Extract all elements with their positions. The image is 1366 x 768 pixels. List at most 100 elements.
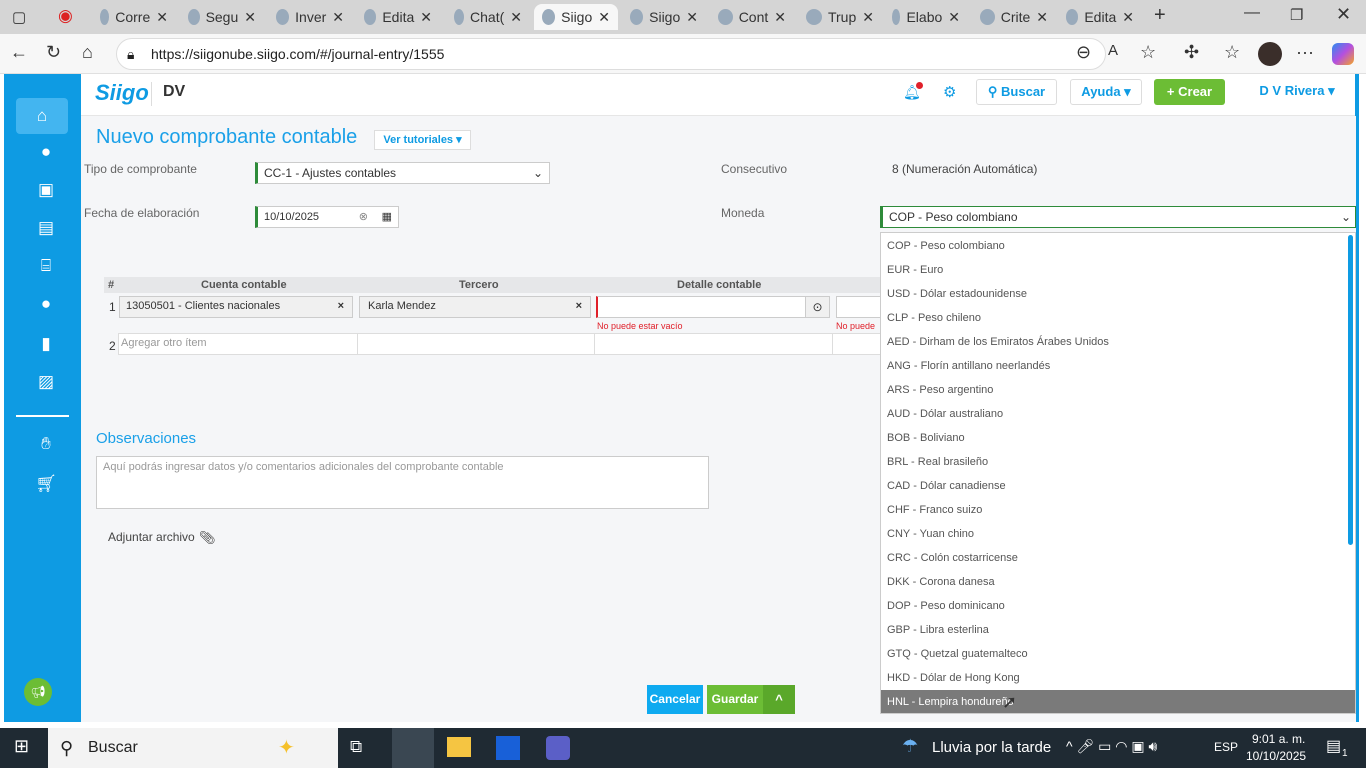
currency-option[interactable]: COP - Peso colombiano — [881, 234, 1355, 258]
tercero-input[interactable]: Karla Mendez × — [359, 296, 591, 318]
clear-cuenta-icon[interactable]: × — [338, 300, 344, 312]
close-tab-icon[interactable]: ✕ — [686, 9, 706, 26]
currency-option[interactable]: USD - Dólar estadounidense — [881, 282, 1355, 306]
close-tab-icon[interactable]: ✕ — [948, 9, 968, 26]
browser-tab[interactable]: Segu ✕ — [180, 4, 264, 30]
sidebar-handshake-icon[interactable]: ✋︎ — [20, 426, 72, 462]
clock-date[interactable]: 10/10/2025 — [1246, 749, 1306, 763]
refresh-icon[interactable]: ↻ — [46, 42, 61, 63]
paperclip-icon[interactable]: 📎︎ — [199, 530, 216, 546]
new-tab-button[interactable]: + — [1154, 4, 1166, 27]
currency-option[interactable]: CHF - Franco suizo — [881, 498, 1355, 522]
browser-tab[interactable]: Cont ✕ — [710, 4, 794, 30]
copilot-icon[interactable] — [1332, 43, 1354, 65]
zoom-icon[interactable]: ⊖ — [1076, 42, 1091, 63]
help-button[interactable]: Ayuda ▾ — [1070, 79, 1142, 105]
calendar-icon[interactable]: ▦ — [382, 207, 392, 227]
maximize-button[interactable]: ❐ — [1290, 6, 1303, 24]
currency-option[interactable]: CLP - Peso chileno — [881, 306, 1355, 330]
page-scrollbar[interactable] — [1355, 74, 1366, 722]
dropdown-scrollbar[interactable] — [1348, 235, 1353, 545]
profile-avatar[interactable] — [1258, 42, 1282, 66]
tab-actions-icon[interactable]: ▢ — [12, 8, 26, 26]
favorites-icon[interactable]: ☆ — [1224, 42, 1240, 63]
file-explorer-icon[interactable] — [447, 737, 471, 757]
close-tab-icon[interactable]: ✕ — [510, 9, 530, 26]
save-options-button[interactable]: ^ — [763, 685, 795, 714]
tutorials-button[interactable]: Ver tutoriales ▾ — [374, 130, 471, 150]
home-icon[interactable]: ⌂ — [82, 42, 93, 63]
create-button[interactable]: + Crear — [1154, 79, 1225, 105]
fecha-input[interactable]: 10/10/2025 ⊗ ▦ — [255, 206, 399, 228]
taskbar-search[interactable]: ⚲ Buscar ✦ — [48, 728, 338, 768]
save-button[interactable]: Guardar — [707, 685, 763, 714]
weather-text[interactable]: Lluvia por la tarde — [932, 739, 1051, 756]
browser-tab[interactable]: Corre ✕ — [92, 4, 176, 30]
read-aloud-icon[interactable]: A — [1108, 42, 1118, 59]
browser-tab[interactable]: Siigo ✕ — [622, 4, 706, 30]
currency-option[interactable]: CRC - Colón costarricense — [881, 546, 1355, 570]
close-tab-icon[interactable]: ✕ — [598, 9, 618, 26]
browser-tab[interactable]: Edita ✕ — [356, 4, 440, 30]
teams-icon[interactable] — [546, 736, 570, 760]
clear-tercero-icon[interactable]: × — [576, 300, 582, 312]
sidebar-user-icon[interactable]: ● — [20, 286, 72, 322]
browser-tab[interactable]: Trup ✕ — [798, 4, 882, 30]
next-column-input[interactable] — [836, 296, 884, 318]
search-button[interactable]: ⚲ Buscar — [976, 79, 1057, 105]
currency-option[interactable]: HNL - Lempira hondureño — [881, 690, 1355, 713]
settings-gear-icon[interactable]: ⚙ — [943, 83, 956, 101]
currency-option[interactable]: DOP - Peso dominicano — [881, 594, 1355, 618]
app-icon[interactable] — [496, 736, 520, 760]
sidebar-bank-icon[interactable]: ⌸ — [20, 248, 72, 284]
browser-tab[interactable]: Siigo ✕ — [534, 4, 618, 30]
currency-option[interactable]: HKD - Dólar de Hong Kong — [881, 666, 1355, 690]
clear-date-icon[interactable]: ⊗ — [359, 207, 368, 227]
currency-option[interactable]: BRL - Real brasileño — [881, 450, 1355, 474]
record-icon[interactable]: ◉ — [58, 6, 73, 26]
sidebar-document-icon[interactable]: ▮ — [20, 326, 72, 362]
sidebar-briefcase-icon[interactable]: ▣ — [20, 172, 72, 208]
close-tab-icon[interactable]: ✕ — [1036, 9, 1056, 26]
browser-tab[interactable]: Elabo ✕ — [884, 4, 968, 30]
windows-start-icon[interactable]: ⊞ — [14, 736, 29, 757]
favorite-star-icon[interactable]: ☆ — [1140, 42, 1156, 63]
cuenta-input[interactable]: 13050501 - Clientes nacionales × — [119, 296, 353, 318]
currency-option[interactable]: GBP - Libra esterlina — [881, 618, 1355, 642]
close-tab-icon[interactable]: ✕ — [244, 9, 264, 26]
close-tab-icon[interactable]: ✕ — [332, 9, 352, 26]
browser-tab[interactable]: Edita ✕ — [1058, 4, 1142, 30]
upload-icon[interactable]: ⊙ — [805, 297, 829, 317]
currency-option[interactable]: ARS - Peso argentino — [881, 378, 1355, 402]
currency-option[interactable]: AED - Dirham de los Emiratos Árabes Unid… — [881, 330, 1355, 354]
currency-option[interactable]: EUR - Euro — [881, 258, 1355, 282]
sidebar-cart-icon[interactable]: 🛒︎ — [20, 466, 72, 502]
edge-app-icon[interactable] — [392, 728, 434, 768]
close-tab-icon[interactable]: ✕ — [156, 9, 176, 26]
more-icon[interactable]: ··· — [1296, 42, 1314, 63]
currency-option[interactable]: DKK - Corona danesa — [881, 570, 1355, 594]
currency-option[interactable]: CNY - Yuan chino — [881, 522, 1355, 546]
clock-time[interactable]: 9:01 a. m. — [1252, 732, 1305, 746]
browser-tab[interactable]: Crite ✕ — [972, 4, 1056, 30]
close-tab-icon[interactable]: ✕ — [774, 9, 794, 26]
notification-center-icon[interactable]: ▤ — [1326, 736, 1341, 756]
tipo-select[interactable]: CC-1 - Ajustes contables ⌄ — [255, 162, 550, 184]
currency-option[interactable]: CAD - Dólar canadiense — [881, 474, 1355, 498]
observaciones-textarea[interactable]: Aquí podrás ingresar datos y/o comentari… — [96, 456, 709, 509]
minimize-button[interactable]: — — [1244, 4, 1260, 22]
currency-option[interactable]: BOB - Boliviano — [881, 426, 1355, 450]
currency-option[interactable]: AUD - Dólar australiano — [881, 402, 1355, 426]
tray-icons[interactable]: ^ 🎤︎ ▭ ◠ ▣ 🔊︎ — [1066, 738, 1157, 755]
currency-option[interactable]: ANG - Florín antillano neerlandés — [881, 354, 1355, 378]
close-tab-icon[interactable]: ✕ — [862, 9, 882, 26]
attach-label[interactable]: Adjuntar archivo — [108, 530, 195, 544]
browser-tab[interactable]: Inver ✕ — [268, 4, 352, 30]
close-tab-icon[interactable]: ✕ — [420, 9, 440, 26]
sidebar-home-icon[interactable]: ⌂ — [16, 98, 68, 134]
close-window-button[interactable]: ✕ — [1336, 4, 1351, 25]
browser-tab[interactable]: Chat(✕ — [446, 4, 530, 30]
currency-option[interactable]: GTQ - Quetzal guatemalteco — [881, 642, 1355, 666]
detalle-input[interactable]: ⊙ — [596, 296, 830, 318]
sidebar-checklist-icon[interactable]: ▨ — [20, 364, 72, 400]
